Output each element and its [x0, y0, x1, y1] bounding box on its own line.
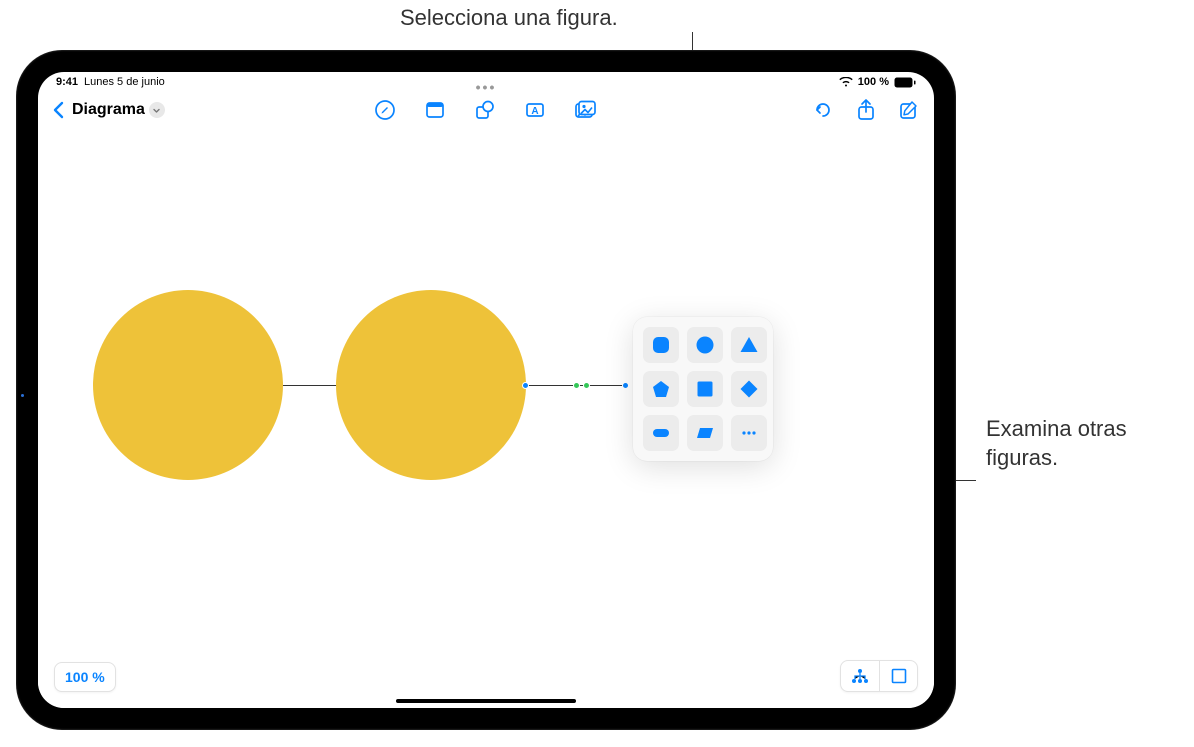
compose-button[interactable]	[898, 98, 920, 122]
shape-rounded-square-icon[interactable]	[643, 327, 679, 363]
text-box-button[interactable]: A	[524, 99, 546, 121]
undo-button[interactable]	[812, 98, 834, 122]
connector-mid-handle[interactable]	[573, 382, 580, 389]
shape-circle[interactable]	[336, 290, 526, 480]
shape-diamond-icon[interactable]	[731, 371, 767, 407]
zoom-level-button[interactable]: 100 %	[54, 662, 116, 692]
more-shapes-button[interactable]	[731, 415, 767, 451]
ipad-screen: 9:41 Lunes 5 de junio ••• 100 %	[38, 72, 934, 708]
home-indicator[interactable]	[396, 699, 576, 703]
ipad-frame: 9:41 Lunes 5 de junio ••• 100 %	[16, 50, 956, 730]
back-button[interactable]	[52, 101, 64, 119]
side-indicator	[21, 394, 24, 397]
chevron-down-icon[interactable]	[149, 102, 165, 118]
shape-circle-icon[interactable]	[687, 327, 723, 363]
shapes-button[interactable]	[474, 99, 496, 121]
shape-circle[interactable]	[93, 290, 283, 480]
draw-tool-button[interactable]	[374, 99, 396, 121]
callout-select-shape: Selecciona una figura.	[400, 4, 618, 33]
connector-start-handle[interactable]	[522, 382, 529, 389]
connector-end-handle[interactable]	[622, 382, 629, 389]
selection-mode-button[interactable]	[879, 661, 917, 691]
shape-square-icon[interactable]	[687, 371, 723, 407]
document-title[interactable]: Diagrama	[72, 101, 165, 119]
canvas[interactable]: 100 %	[38, 142, 934, 708]
connector-line[interactable]	[283, 385, 337, 386]
connector-mid-handle[interactable]	[583, 382, 590, 389]
callout-more-shapes: Examina otras figuras.	[986, 415, 1127, 472]
wifi-icon	[839, 77, 853, 87]
shape-pentagon-icon[interactable]	[643, 371, 679, 407]
share-button[interactable]	[856, 98, 876, 122]
shape-parallelogram-icon[interactable]	[687, 415, 723, 451]
app-toolbar: Diagrama A	[38, 90, 934, 134]
battery-percent: 100 %	[858, 76, 889, 88]
status-date: Lunes 5 de junio	[84, 76, 165, 88]
bottom-right-controls	[840, 660, 918, 692]
shape-picker-popup	[633, 317, 773, 461]
sticky-note-button[interactable]	[424, 99, 446, 121]
shape-pill-icon[interactable]	[643, 415, 679, 451]
svg-text:A: A	[531, 106, 538, 117]
media-button[interactable]	[574, 99, 598, 121]
diagram-navigator-button[interactable]	[841, 661, 879, 691]
battery-icon	[894, 77, 916, 88]
status-bar: 9:41 Lunes 5 de junio ••• 100 %	[38, 72, 934, 90]
status-time: 9:41	[56, 76, 78, 88]
shape-triangle-icon[interactable]	[731, 327, 767, 363]
